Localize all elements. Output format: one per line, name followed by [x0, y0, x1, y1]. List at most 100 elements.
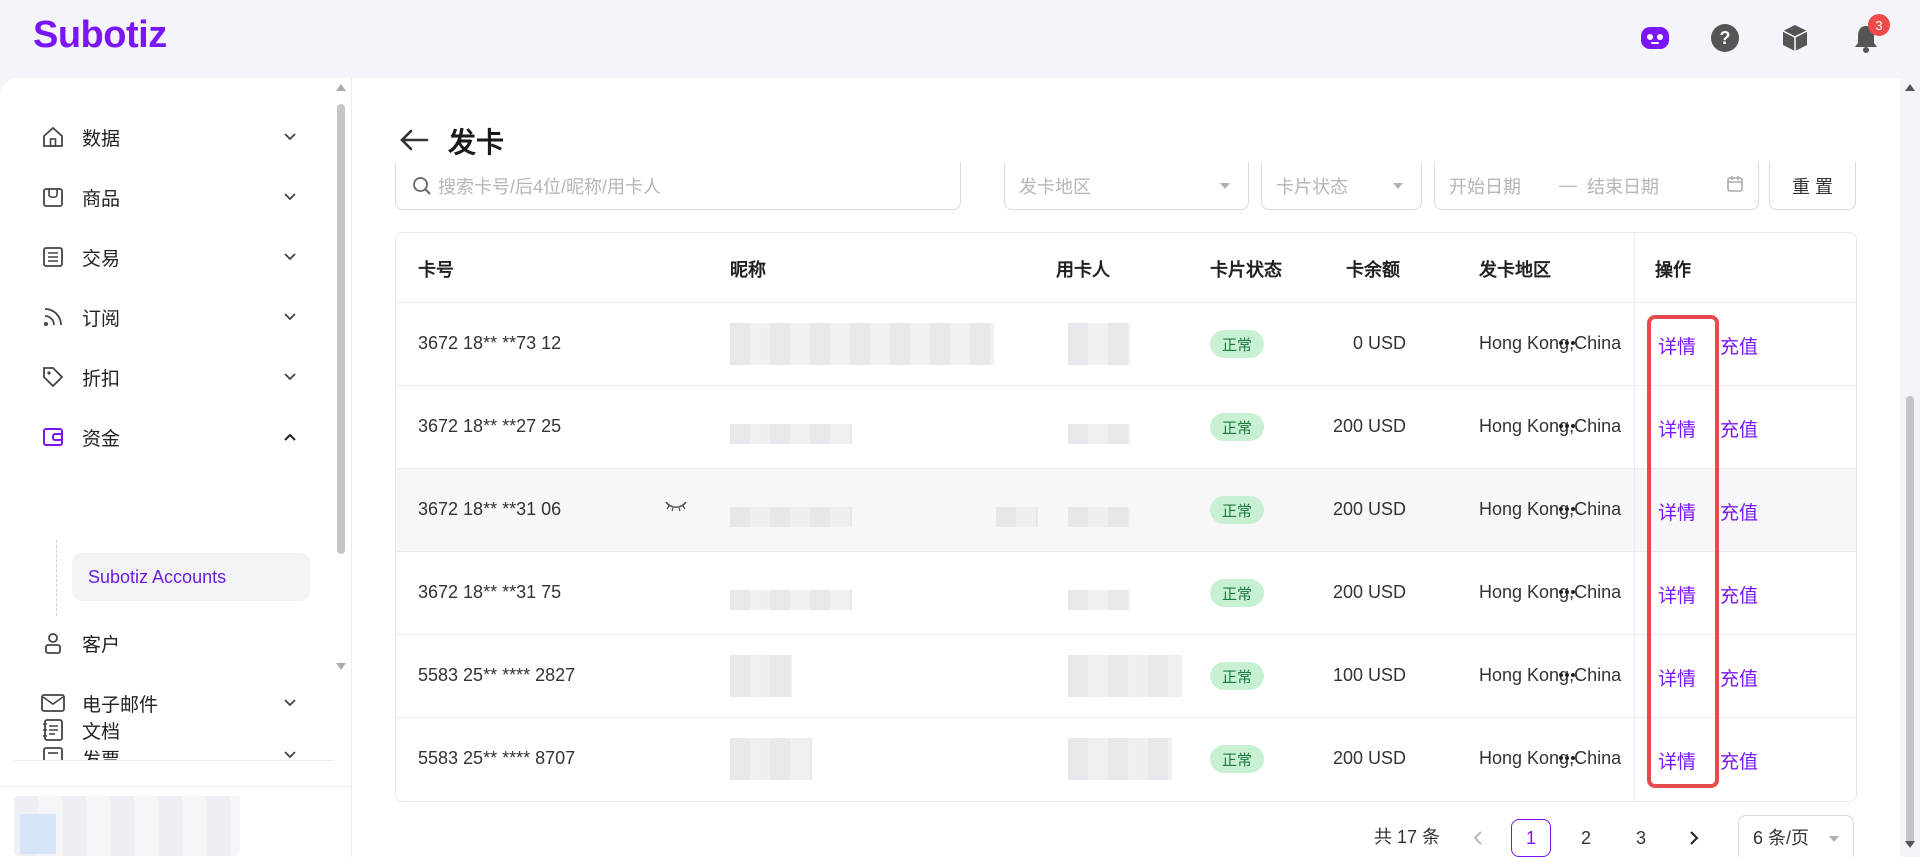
detail-link[interactable]: 详情 [1658, 747, 1696, 774]
redacted-nickname [730, 507, 852, 527]
page-size-select[interactable]: 6 条/页 [1738, 815, 1854, 857]
table-row[interactable]: 5583 25** **** 8707 正常 200 USD Hong Kong… [396, 718, 1856, 801]
sidebar-item-transactions[interactable]: 交易 [38, 237, 300, 277]
sidebar-subitem-subotiz-accounts[interactable]: Subotiz Accounts [72, 553, 310, 601]
recharge-link[interactable]: 充值 [1720, 332, 1758, 359]
notification-badge: 3 [1868, 14, 1890, 36]
redacted-holder [1068, 507, 1130, 527]
sidebar-item-products[interactable]: 商品 [38, 177, 300, 217]
main-scroll-thumb[interactable] [1906, 396, 1914, 846]
sidebar-item-label: 商品 [82, 188, 121, 210]
chevron-down-icon [280, 127, 300, 147]
store-icon [38, 182, 68, 212]
detail-link[interactable]: 详情 [1658, 664, 1696, 691]
detail-link[interactable]: 详情 [1658, 332, 1696, 359]
top-bar: Subotiz ? 3 [0, 0, 1920, 78]
sidebar-item-data[interactable]: 数据 [38, 117, 300, 157]
recharge-link[interactable]: 充值 [1720, 415, 1758, 442]
eye-closed-icon[interactable] [664, 499, 688, 518]
recharge-link[interactable]: 充值 [1720, 747, 1758, 774]
header-status: 卡片状态 [1210, 260, 1282, 280]
sidebar-item-label: 资金 [82, 428, 121, 450]
status-badge: 正常 [1210, 330, 1264, 358]
main-scrollbar[interactable] [1900, 78, 1920, 857]
table-row[interactable]: 3672 18** **31 06 正常 200 USD Hong Kong,C… [396, 469, 1856, 552]
sidebar-scrollbar[interactable] [334, 78, 348, 678]
header-holder: 用卡人 [1056, 260, 1110, 280]
chevron-down-icon [280, 367, 300, 387]
status-badge: 正常 [1210, 579, 1264, 607]
region: Hong Kong,China [1479, 499, 1622, 519]
page-1-button[interactable]: 1 [1511, 819, 1551, 857]
search-input[interactable]: 搜索卡号/后4位/昵称/用卡人 [395, 162, 961, 210]
header-nickname: 昵称 [730, 260, 766, 280]
date-range-picker[interactable]: 开始日期 — 结束日期 [1434, 162, 1759, 210]
user-icon [38, 628, 68, 658]
sidebar-item-customers[interactable]: 客户 [38, 623, 300, 663]
card-number: 3672 18** **27 25 [418, 416, 562, 436]
page-2-button[interactable]: 2 [1566, 819, 1606, 857]
date-separator: — [1559, 175, 1577, 195]
prev-page-icon[interactable] [1458, 819, 1498, 857]
recharge-link[interactable]: 充值 [1720, 498, 1758, 525]
table-header: 卡号 昵称 用卡人 卡片状态 卡余额 发卡地区 操作 [396, 233, 1856, 303]
help-icon[interactable]: ? [1707, 20, 1743, 56]
detail-link[interactable]: 详情 [1658, 581, 1696, 608]
header-card: 卡号 [418, 260, 454, 280]
more-icon[interactable] [1555, 416, 1579, 436]
more-icon[interactable] [1555, 748, 1579, 768]
next-page-icon[interactable] [1674, 819, 1714, 857]
page-title: 发卡 [448, 127, 505, 158]
table-row[interactable]: 5583 25** **** 2827 正常 100 USD Hong Kong… [396, 635, 1856, 718]
avatar [20, 814, 56, 854]
detail-link[interactable]: 详情 [1658, 498, 1696, 525]
back-arrow-icon[interactable] [396, 122, 432, 158]
caret-down-icon [1220, 183, 1230, 189]
balance: 200 USD [1332, 582, 1406, 602]
page-size-value: 6 条/页 [1753, 827, 1810, 848]
more-icon[interactable] [1555, 499, 1579, 519]
status-badge: 正常 [1210, 413, 1264, 441]
table-row[interactable]: 3672 18** **73 12 正常 0 USD Hong Kong,Chi… [396, 303, 1856, 386]
recharge-link[interactable]: 充值 [1720, 664, 1758, 691]
page-3-button[interactable]: 3 [1621, 819, 1661, 857]
detail-link[interactable]: 详情 [1658, 415, 1696, 442]
table-row[interactable]: 3672 18** **31 75 正常 200 USD Hong Kong,C… [396, 552, 1856, 635]
sidebar-item-label: 文档 [82, 721, 121, 743]
status-badge: 正常 [1210, 745, 1264, 773]
redacted-holder [1068, 323, 1130, 365]
end-date-field[interactable]: 结束日期 [1587, 173, 1659, 199]
sidebar-scroll-thumb[interactable] [337, 104, 345, 554]
account-switcher[interactable] [14, 796, 240, 856]
package-icon[interactable] [1777, 20, 1813, 56]
app-logo[interactable]: Subotiz [33, 14, 167, 57]
more-icon[interactable] [1555, 333, 1579, 353]
sidebar-item-discounts[interactable]: 折扣 [38, 357, 300, 397]
rss-icon [38, 302, 68, 332]
more-icon[interactable] [1555, 665, 1579, 685]
region-placeholder: 发卡地区 [1019, 176, 1091, 197]
status-select[interactable]: 卡片状态 [1261, 162, 1422, 210]
redacted-holder [1068, 655, 1182, 697]
chevron-up-icon [280, 427, 300, 447]
balance: 200 USD [1332, 499, 1406, 519]
recharge-link[interactable]: 充值 [1720, 581, 1758, 608]
reset-button[interactable]: 重 置 [1769, 162, 1856, 210]
redacted-nickname [730, 424, 852, 444]
sidebar-item-subscriptions[interactable]: 订阅 [38, 297, 300, 337]
region-select[interactable]: 发卡地区 [1004, 162, 1249, 210]
region: Hong Kong,China [1479, 416, 1622, 436]
assistant-icon[interactable] [1637, 20, 1673, 56]
sidebar-item-label: 订阅 [82, 308, 121, 330]
start-date-field[interactable]: 开始日期 [1449, 173, 1521, 199]
status-placeholder: 卡片状态 [1276, 176, 1348, 197]
sidebar-item-funds[interactable]: 资金 [38, 417, 300, 457]
table-row[interactable]: 3672 18** **27 25 正常 200 USD Hong Kong,C… [396, 386, 1856, 469]
sidebar-item-documents[interactable]: 文档 [38, 710, 300, 750]
card-number: 5583 25** **** 2827 [418, 665, 576, 685]
bell-icon[interactable]: 3 [1848, 14, 1890, 56]
redacted-holder [1068, 424, 1130, 444]
search-icon [412, 176, 432, 196]
more-icon[interactable] [1555, 582, 1579, 602]
pagination-total: 共 17 条 [1374, 827, 1441, 847]
